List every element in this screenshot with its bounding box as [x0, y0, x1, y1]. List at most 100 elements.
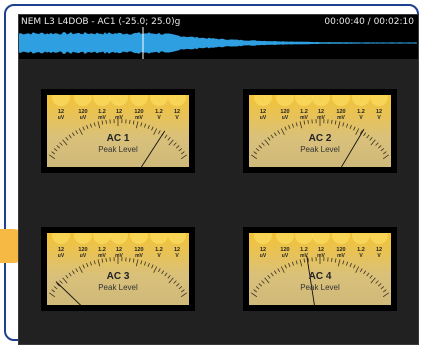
scale-tick — [147, 262, 150, 267]
meter-ac2: 12 uV 120 uV 1.2 mV 12 mV 120 mV 1.2 V 12 V AC 2 Peak… — [243, 89, 397, 173]
scale-tick — [353, 126, 356, 131]
scale-unit: V — [157, 253, 161, 259]
scale-unit: uV — [282, 115, 289, 121]
glow-spot — [254, 95, 272, 106]
scale-tick — [307, 119, 309, 124]
glow-spot — [52, 95, 70, 106]
scale-tick — [89, 123, 92, 128]
scale-tick — [342, 260, 345, 265]
scale-unit: uV — [260, 253, 267, 259]
scale-tick — [105, 119, 107, 124]
meter-face: 12 uV 120 uV 1.2 mV 12 mV 120 mV 1.2 V 12 V AC 2 Peak… — [249, 95, 391, 167]
scale-tick — [147, 124, 150, 129]
glow-spot — [312, 233, 330, 244]
scale-tick — [331, 257, 333, 262]
meter-name: AC 3 — [106, 271, 130, 282]
glow-spot — [370, 95, 388, 106]
scale-unit: V — [359, 253, 363, 259]
scale-tick — [132, 258, 135, 263]
meter-name: AC 1 — [106, 133, 130, 144]
waveform-display[interactable] — [19, 27, 418, 59]
meter-face: 12 uV 120 uV 1.2 mV 12 mV 120 mV 1.2 V 12 V AC 3 Peak… — [47, 233, 189, 305]
scale-tick — [93, 122, 96, 127]
glow-spot — [52, 233, 70, 244]
meters-panel: NEM L3 L4DOB - AC1 (-25.0; 25.0)g 00:00:… — [18, 14, 419, 345]
scale-unit: V — [157, 115, 161, 121]
glow-spot — [332, 233, 350, 244]
glow-spot — [276, 233, 294, 244]
glow-spot — [276, 95, 294, 106]
glow-spot — [295, 233, 313, 244]
glow-spot — [130, 233, 148, 244]
scale-unit: uV — [282, 253, 289, 259]
glow-spot — [110, 233, 128, 244]
scale-unit: V — [377, 253, 381, 259]
glow-spot — [312, 95, 330, 106]
scale-unit: uV — [58, 115, 65, 121]
meter-ac1: 12 uV 120 uV 1.2 mV 12 mV 120 mV 1.2 V 12 V AC 1 Peak… — [41, 89, 195, 173]
scale-tick — [346, 123, 349, 128]
scale-tick — [97, 121, 101, 129]
glow-spot — [352, 95, 370, 106]
scale-tick — [382, 154, 390, 160]
scale-unit: V — [175, 115, 179, 121]
scale-tick — [151, 126, 154, 131]
glow-spot — [74, 95, 92, 106]
scale-tick — [342, 122, 345, 127]
scale-tick — [180, 292, 188, 298]
scale-tick — [295, 122, 298, 127]
scale-unit: V — [359, 115, 363, 121]
scale-unit: V — [175, 253, 179, 259]
scale-tick — [349, 262, 352, 267]
glow-spot — [74, 233, 92, 244]
glow-spot — [254, 233, 272, 244]
scale-unit: uV — [80, 115, 87, 121]
scale-tick — [334, 258, 337, 263]
scale-tick — [303, 258, 306, 263]
waveform-shape — [19, 32, 417, 54]
meter-label: Peak Level — [300, 283, 340, 292]
scale-unit: uV — [260, 115, 267, 121]
scale-tick — [288, 262, 291, 267]
scale-tick — [97, 259, 101, 267]
scale-tick — [48, 292, 56, 298]
scale-unit: mV — [135, 253, 143, 259]
scale-tick — [93, 260, 96, 265]
track-title: NEM L3 L4DOB - AC1 (-25.0; 25.0)g — [21, 17, 181, 27]
scale-tick — [151, 264, 154, 269]
scale-tick — [349, 124, 352, 129]
glow-spot — [370, 233, 388, 244]
meter-ac4: 12 uV 120 uV 1.2 mV 12 mV 120 mV 1.2 V 12 V AC 4 Peak… — [243, 227, 397, 311]
scale-tick — [299, 121, 303, 129]
scale-tick — [144, 123, 147, 128]
meter-label: Peak Level — [98, 145, 138, 154]
scale-tick — [284, 264, 287, 269]
meter-scale: 12uV120uV1.2mV12mV120mV1.2V12V — [48, 233, 188, 305]
meter-scale: 12uV120uV1.2mV12mV120mV1.2V12V — [48, 95, 188, 167]
scale-tick — [101, 120, 104, 125]
scale-tick — [82, 126, 85, 131]
scale-tick — [82, 264, 85, 269]
glow-spot — [168, 233, 186, 244]
meter-face: 12 uV 120 uV 1.2 mV 12 mV 120 mV 1.2 V 12 V AC 4 Peak… — [249, 233, 391, 305]
scale-tick — [353, 264, 356, 269]
scale-tick — [140, 122, 143, 127]
glow-spot — [93, 233, 111, 244]
meter-label: Peak Level — [98, 283, 138, 292]
scale-unit: mV — [135, 115, 143, 121]
scale-tick — [346, 261, 349, 266]
scale-tick — [86, 262, 89, 267]
scale-tick — [48, 154, 56, 160]
waveform-track[interactable]: NEM L3 L4DOB - AC1 (-25.0; 25.0)g 00:00:… — [19, 15, 418, 59]
glow-spot — [332, 95, 350, 106]
meter-ac3: 12 uV 120 uV 1.2 mV 12 mV 120 mV 1.2 V 12 V AC 3 Peak… — [41, 227, 195, 311]
playback-time: 00:00:40 / 00:02:10 — [324, 17, 414, 27]
scale-unit: mV — [98, 115, 106, 121]
meter-scale: 12uV120uV1.2mV12mV120mV1.2V12V — [250, 95, 390, 167]
scale-unit: uV — [80, 253, 87, 259]
scale-tick — [299, 259, 303, 267]
glow-spot — [150, 233, 168, 244]
scale-tick — [86, 124, 89, 129]
glow-spot — [150, 95, 168, 106]
scale-tick — [295, 260, 298, 265]
